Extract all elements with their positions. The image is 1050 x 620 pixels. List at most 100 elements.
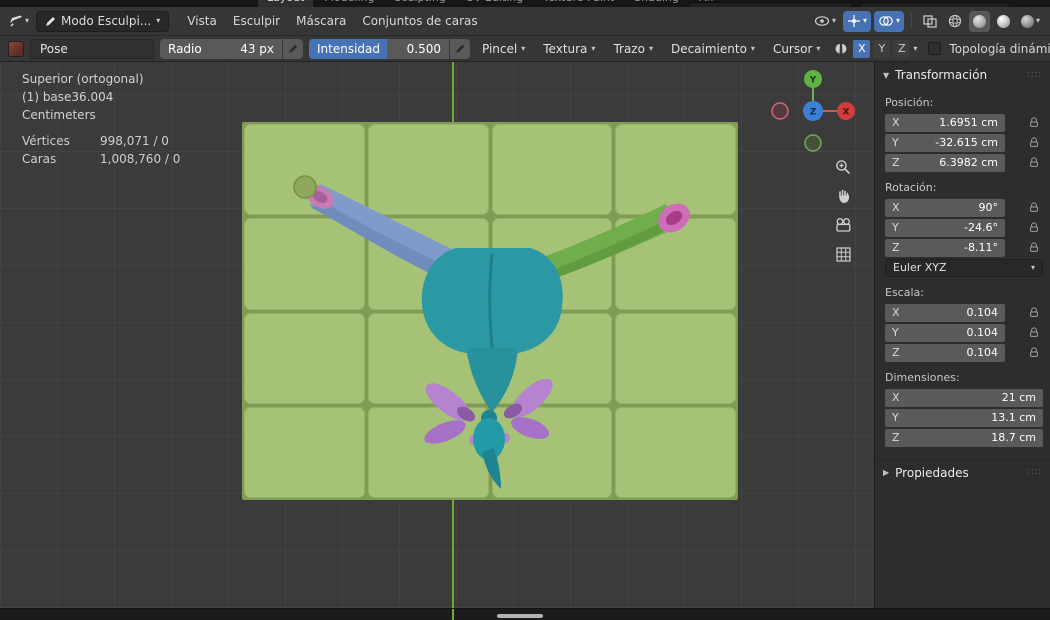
scale-z-lock-button[interactable] — [1025, 347, 1043, 358]
unit-label: Centimeters — [22, 108, 96, 122]
shading-rendered-button[interactable]: ▾ — [1017, 11, 1044, 32]
workspace-tab-uv-editing[interactable]: UV Editing — [457, 0, 532, 7]
rotation-x-field[interactable]: X 90° — [885, 198, 1005, 217]
rotation-y-field[interactable]: Y -24.6° — [885, 218, 1005, 237]
chevron-down-icon: ▾ — [862, 16, 867, 25]
editor-type-button[interactable]: ▾ — [6, 12, 32, 30]
viewport-tool-buttons — [832, 156, 854, 265]
position-z-field[interactable]: Z 6.3982 cm — [885, 153, 1005, 172]
scale-z-field[interactable]: Z 0.104 — [885, 343, 1005, 362]
shading-material-button[interactable] — [993, 11, 1014, 32]
rotation-section-label: Rotación: — [885, 181, 937, 194]
dimensions-z-field[interactable]: Z 18.7 cm — [885, 428, 1043, 447]
status-bar — [0, 608, 1050, 620]
triangle-open-icon: ▼ — [883, 70, 890, 80]
menu-esculpir[interactable]: Esculpir — [225, 11, 288, 31]
axis-value: -32.615 cm — [935, 136, 998, 149]
radius-pressure-button[interactable] — [283, 38, 303, 59]
dyntopo-label: Topología dinámica — [949, 41, 1050, 56]
rotation-z-field[interactable]: Z -8.11° — [885, 238, 1005, 257]
xray-toggle-button[interactable] — [919, 11, 941, 32]
menu-conjuntos-de-caras[interactable]: Conjuntos de caras — [354, 11, 485, 31]
strength-slider[interactable]: Intensidad 0.500 — [309, 38, 449, 59]
shading-solid-button[interactable] — [968, 10, 990, 32]
sculpt-character-mesh — [293, 175, 690, 489]
gizmo-axis-x-negative[interactable] — [771, 102, 789, 120]
axis-label: Z — [892, 241, 900, 254]
position-x-field[interactable]: X 1.6951 cm — [885, 113, 1005, 132]
camera-view-button[interactable] — [832, 214, 854, 236]
axis-value: 1.6951 cm — [939, 116, 998, 129]
axis-label: Y — [892, 411, 899, 424]
scale-x-lock-button[interactable] — [1025, 307, 1043, 318]
timeline-scrub-handle[interactable] — [497, 614, 543, 618]
rotation-mode-dropdown[interactable]: Euler XYZ ▾ — [885, 258, 1043, 277]
popover-pincel[interactable]: Pincel ▾ — [476, 39, 531, 59]
panel-header-properties[interactable]: ▶ Propiedades ∷∷ — [875, 459, 1050, 485]
workspace-tab-shading[interactable]: Shading — [625, 0, 688, 7]
radius-slider[interactable]: Radio 43 px — [160, 38, 282, 59]
axis-value: 6.3982 cm — [939, 156, 998, 169]
position-x-lock-button[interactable] — [1025, 117, 1043, 128]
gizmo-icon — [847, 15, 860, 27]
popover-trazo[interactable]: Trazo ▾ — [607, 39, 659, 59]
workspace-tab-texture-paint[interactable]: Texture Paint — [534, 0, 623, 7]
rotation-mode-row: Euler XYZ ▾ — [875, 258, 1050, 277]
symmetry-z-button[interactable]: Z — [893, 39, 911, 58]
svg-text:X: X — [843, 108, 850, 118]
position-y-lock-button[interactable] — [1025, 137, 1043, 148]
lock-icon — [1030, 327, 1038, 337]
position-y-field[interactable]: Y -32.615 cm — [885, 133, 1005, 152]
visibility-dropdown-button[interactable]: ▾ — [810, 11, 840, 32]
workspace-tab-layout[interactable]: Layout — [258, 0, 314, 7]
shading-wireframe-button[interactable] — [944, 11, 966, 32]
toggle-grid-button[interactable] — [832, 243, 854, 265]
dyntopo-checkbox[interactable] — [928, 42, 942, 55]
mode-selector-dropdown[interactable]: Modo Esculpi... ▾ — [36, 10, 170, 32]
scale-x-field[interactable]: X 0.104 — [885, 303, 1005, 322]
strength-pressure-button[interactable] — [450, 38, 470, 59]
popover-decaimiento[interactable]: Decaimiento ▾ — [665, 39, 761, 59]
scale-x-row: X 0.104 — [875, 303, 1050, 322]
popover-cursor[interactable]: Cursor ▾ — [767, 39, 826, 59]
navigation-gizmo[interactable]: Y X Z — [762, 62, 870, 160]
popover-textura[interactable]: Textura ▾ — [537, 39, 601, 59]
strength-label: Intensidad — [317, 41, 381, 56]
rotation-y-lock-button[interactable] — [1025, 222, 1043, 233]
pen-pressure-icon — [456, 44, 465, 53]
lock-icon — [1030, 117, 1038, 127]
rotation-x-lock-button[interactable] — [1025, 202, 1043, 213]
dimensions-y-field[interactable]: Y 13.1 cm — [885, 408, 1043, 427]
camera-icon — [835, 218, 850, 232]
viewport-3d[interactable]: Superior (ortogonal) (1) base36.004 Cent… — [0, 62, 874, 608]
magnifier-icon — [836, 160, 850, 174]
gizmos-toggle-button[interactable]: ▾ — [842, 10, 871, 32]
axis-value: 90° — [978, 201, 999, 214]
brush-thumbnail-icon[interactable] — [8, 40, 24, 57]
gizmo-axis-y-negative[interactable] — [804, 134, 822, 152]
symmetry-y-button[interactable]: Y — [873, 39, 891, 58]
pan-button[interactable] — [832, 185, 854, 207]
menu-mascara[interactable]: Máscara — [288, 11, 354, 31]
symmetry-x-button[interactable]: X — [853, 39, 871, 58]
scale-y-lock-button[interactable] — [1025, 327, 1043, 338]
panel-grip-icon[interactable]: ∷∷ — [1027, 467, 1042, 478]
axis-label: Z — [892, 431, 900, 444]
view-label: Superior (ortogonal) — [22, 72, 144, 86]
radius-slider-group: Radio 43 px — [160, 38, 303, 59]
viewport-overlay-info: Superior (ortogonal) (1) base36.004 Cent… — [22, 70, 144, 124]
overlays-toggle-button[interactable]: ▾ — [873, 10, 904, 32]
scale-y-field[interactable]: Y 0.104 — [885, 323, 1005, 342]
brush-selector-button[interactable]: Pose — [30, 38, 154, 59]
chevron-down-icon[interactable]: ▾ — [913, 44, 917, 53]
menu-vista[interactable]: Vista — [179, 11, 225, 31]
workspace-tab-modeling[interactable]: Modeling — [315, 0, 383, 7]
panel-grip-icon[interactable]: ∷∷ — [1027, 70, 1042, 81]
zoom-button[interactable] — [832, 156, 854, 178]
panel-header-transform[interactable]: ▼ Transformación ∷∷ — [875, 62, 1050, 88]
rotation-x-row: X 90° — [875, 198, 1050, 217]
position-z-lock-button[interactable] — [1025, 157, 1043, 168]
workspace-tab-sculpting[interactable]: Sculpting — [385, 0, 454, 7]
rotation-z-lock-button[interactable] — [1025, 242, 1043, 253]
dimensions-x-field[interactable]: X 21 cm — [885, 388, 1043, 407]
